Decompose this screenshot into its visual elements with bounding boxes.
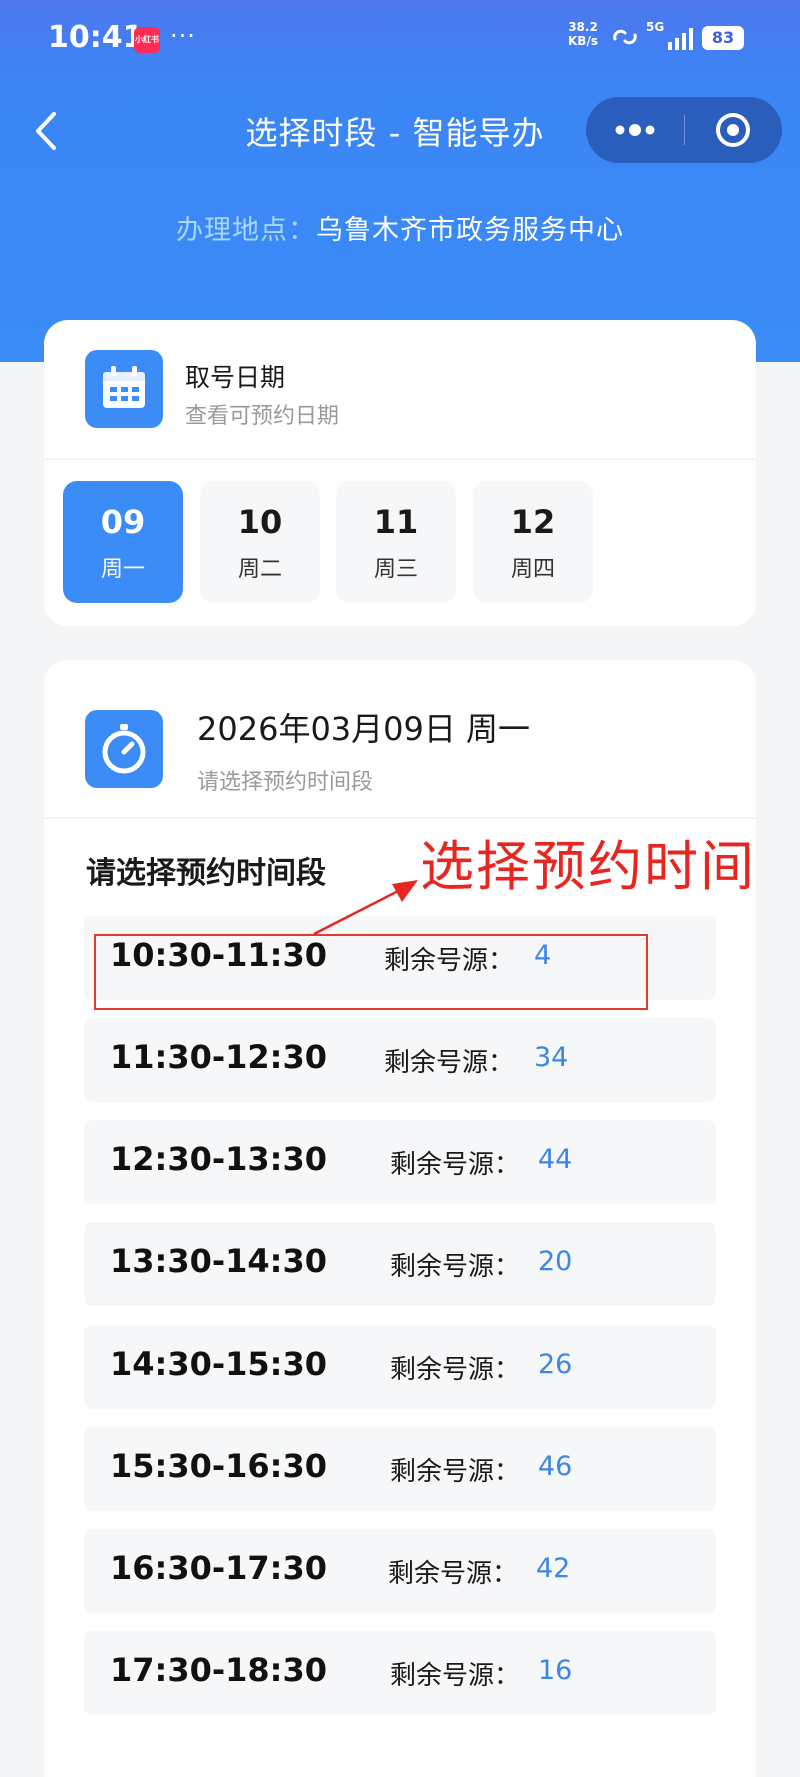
- app-notification-icon: 小红书: [134, 27, 160, 53]
- date-chip-10[interactable]: 10 周二: [200, 481, 320, 603]
- date-weekday: 周三: [373, 557, 418, 582]
- status-bar: 10:41 小红书 ··· 38.2 KB/s 5G 83: [0, 0, 800, 78]
- slot-remaining-count: 16: [538, 1655, 573, 1686]
- card-divider: [44, 817, 756, 819]
- date-day: 12: [510, 503, 556, 541]
- date-weekday: 周四: [510, 557, 555, 582]
- network-type: 5G: [646, 20, 665, 34]
- date-weekday: 周二: [237, 557, 282, 582]
- network-speed: 38.2 KB/s: [568, 20, 598, 48]
- slot-remaining-count: 20: [538, 1246, 573, 1277]
- date-chip-11[interactable]: 11 周三: [336, 481, 456, 603]
- calendar-icon: [85, 350, 163, 428]
- time-slot-row[interactable]: 14:30-15:30 剩余号源： 26: [84, 1325, 716, 1409]
- card-divider: [44, 458, 756, 460]
- network-speed-value: 38.2: [568, 20, 598, 34]
- time-slot-row[interactable]: 17:30-18:30 剩余号源： 16: [84, 1631, 716, 1715]
- slot-time: 13:30-14:30: [110, 1242, 327, 1280]
- signal-icon: [668, 28, 693, 50]
- date-chip-09[interactable]: 09 周一: [63, 481, 183, 603]
- more-notifications-icon: ···: [170, 22, 196, 50]
- miniprogram-capsule: [586, 97, 782, 163]
- slot-remaining-label: 剩余号源：: [390, 1252, 521, 1282]
- slot-remaining-count: 42: [536, 1553, 571, 1584]
- slot-remaining-count: 34: [534, 1042, 569, 1073]
- time-slot-section-label: 请选择预约时间段: [86, 856, 326, 891]
- time-slot-row[interactable]: 15:30-16:30 剩余号源： 46: [84, 1427, 716, 1511]
- location-label: 办理地点：: [176, 215, 316, 246]
- time-slot-row[interactable]: 13:30-14:30 剩余号源： 20: [84, 1222, 716, 1306]
- time-slot-row[interactable]: 11:30-12:30 剩余号源： 34: [84, 1018, 716, 1102]
- location-value: 乌鲁木齐市政务服务中心: [316, 215, 624, 246]
- slot-remaining-count: 44: [538, 1144, 573, 1175]
- date-day: 11: [373, 503, 419, 541]
- slot-time: 15:30-16:30: [110, 1447, 327, 1485]
- slot-remaining-label: 剩余号源：: [384, 1048, 515, 1078]
- date-chip-12[interactable]: 12 周四: [473, 481, 593, 603]
- annotation-highlight-box: [94, 934, 648, 1010]
- status-time: 10:41: [48, 20, 144, 55]
- hd-link-icon: [613, 29, 637, 45]
- slot-remaining-label: 剩余号源：: [390, 1150, 521, 1180]
- selected-date-subtitle: 请选择预约时间段: [197, 770, 374, 795]
- slot-remaining-count: 26: [538, 1349, 573, 1380]
- slot-time: 14:30-15:30: [110, 1345, 327, 1383]
- date-day: 10: [237, 503, 283, 541]
- close-miniprogram-icon[interactable]: [684, 97, 782, 163]
- slot-time: 16:30-17:30: [110, 1549, 327, 1587]
- battery-icon: 83: [702, 26, 744, 50]
- date-day: 09: [100, 503, 146, 541]
- date-card-subtitle: 查看可预约日期: [185, 404, 340, 429]
- date-weekday: 周一: [100, 557, 145, 582]
- slot-remaining-label: 剩余号源：: [388, 1559, 519, 1589]
- slot-time: 12:30-13:30: [110, 1140, 327, 1178]
- slot-remaining-label: 剩余号源：: [390, 1355, 521, 1385]
- slot-time: 11:30-12:30: [110, 1038, 327, 1076]
- slot-remaining-label: 剩余号源：: [390, 1457, 521, 1487]
- time-slot-row[interactable]: 16:30-17:30 剩余号源： 42: [84, 1529, 716, 1613]
- stopwatch-icon: [85, 710, 163, 788]
- service-location: 办理地点：乌鲁木齐市政务服务中心: [0, 208, 800, 247]
- annotation-arrow: [313, 880, 418, 936]
- more-icon[interactable]: [586, 97, 684, 163]
- slot-time: 17:30-18:30: [110, 1651, 327, 1689]
- network-speed-unit: KB/s: [568, 34, 598, 48]
- annotation-text: 选择预约时间: [420, 835, 756, 898]
- time-slot-row[interactable]: 12:30-13:30 剩余号源： 44: [84, 1120, 716, 1204]
- date-card-title: 取号日期: [185, 363, 286, 392]
- slot-remaining-count: 46: [538, 1451, 573, 1482]
- slot-remaining-label: 剩余号源：: [390, 1661, 521, 1691]
- selected-date-heading: 2026年03月09日 周一: [197, 710, 531, 748]
